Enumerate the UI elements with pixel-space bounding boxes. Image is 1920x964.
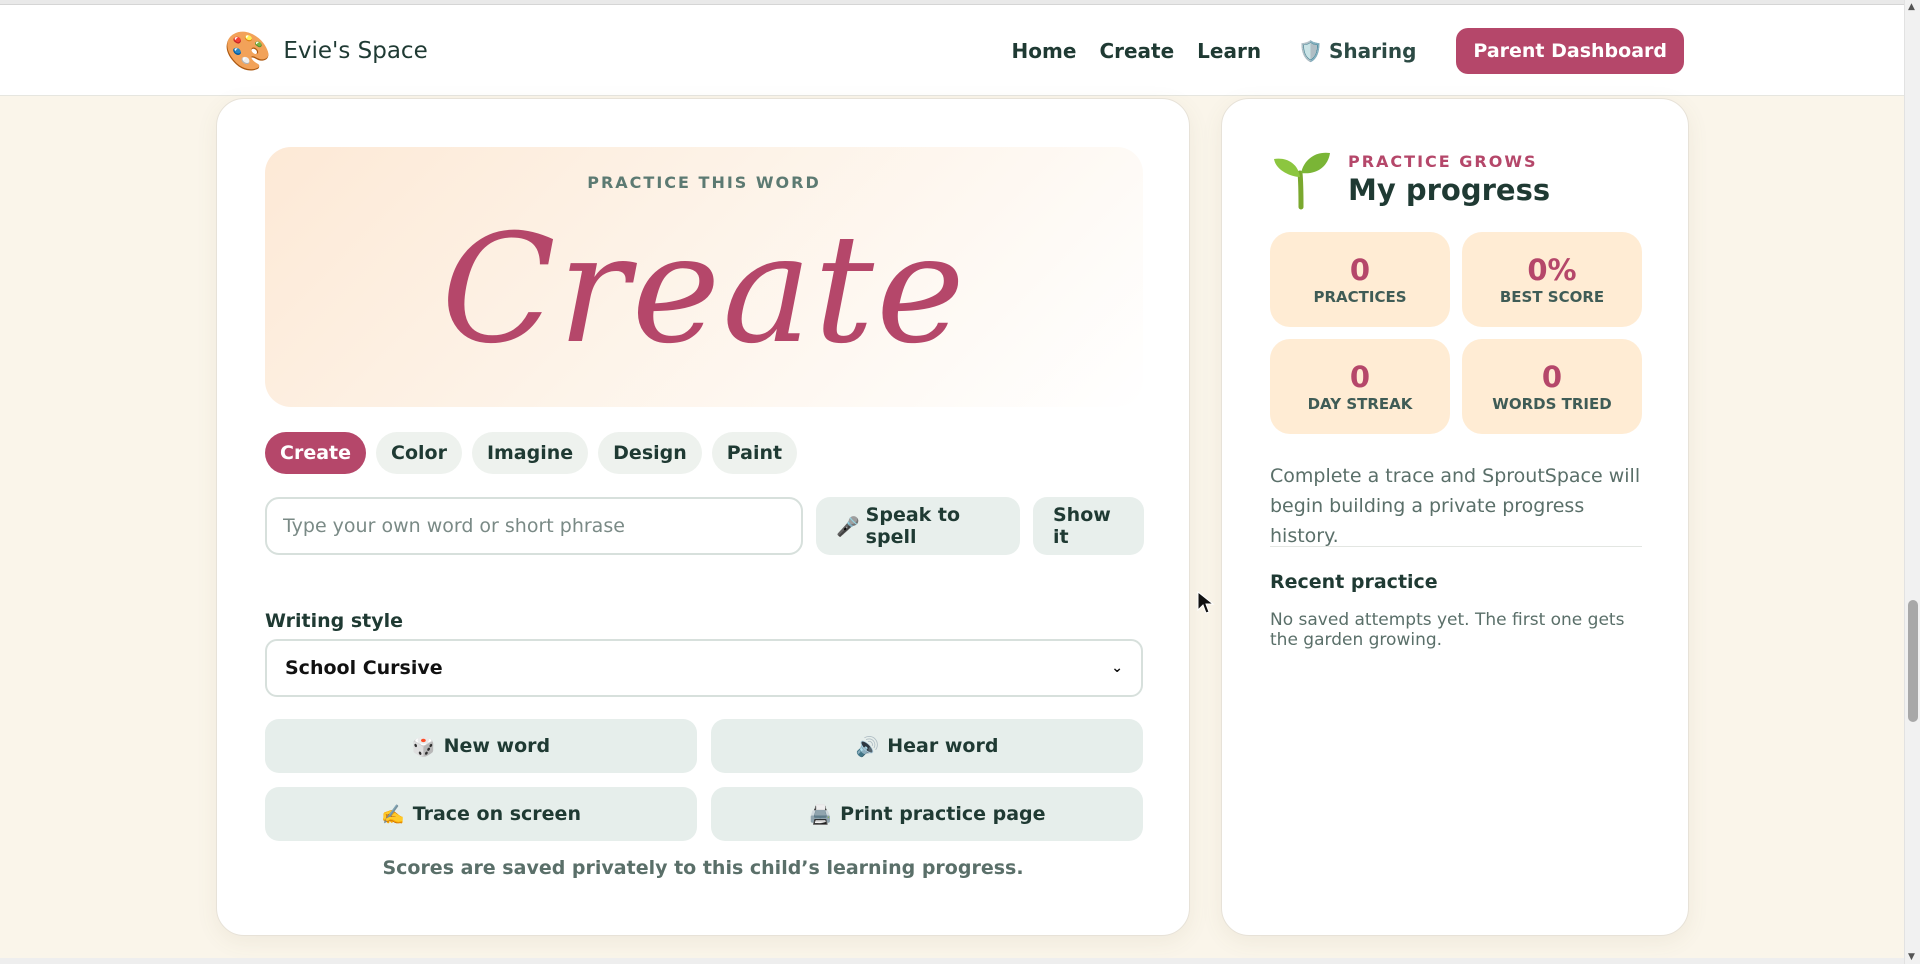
new-word-button[interactable]: 🎲 New word <box>265 719 697 773</box>
privacy-note: Scores are saved privately to this child… <box>382 857 1024 879</box>
site-header: 🎨 Evie's Space Home Create Learn 🛡️ Shar… <box>0 5 1904 96</box>
progress-title: My progress <box>1348 172 1551 207</box>
stat-day-streak: 0 DAY STREAK <box>1270 339 1450 434</box>
nav-home[interactable]: Home <box>1012 28 1077 74</box>
progress-heading: PRACTICE GROWS My progress <box>1348 152 1550 207</box>
page-bottom-edge <box>0 958 1904 964</box>
practice-word: Create <box>441 203 967 377</box>
chip-design[interactable]: Design <box>598 432 702 474</box>
nav-create[interactable]: Create <box>1099 28 1174 74</box>
stat-best-score: 0% BEST SCORE <box>1462 232 1642 327</box>
writing-style-select[interactable]: School Cursive ⌄ <box>265 639 1143 697</box>
brand[interactable]: 🎨 Evie's Space <box>224 29 428 73</box>
stat-label: PRACTICES <box>1313 287 1407 306</box>
printer-icon: 🖨️ <box>808 803 833 826</box>
stat-practices: 0 PRACTICES <box>1270 232 1450 327</box>
divider <box>1270 546 1642 547</box>
progress-description: Complete a trace and SproutSpace will be… <box>1270 465 1641 547</box>
stat-label: BEST SCORE <box>1499 287 1605 306</box>
stat-label: WORDS TRIED <box>1492 394 1612 413</box>
stat-value: 0 <box>1349 359 1371 394</box>
progress-stats: 0 PRACTICES 0% BEST SCORE 0 DAY STREAK 0… <box>1270 232 1642 434</box>
chip-paint[interactable]: Paint <box>711 432 798 474</box>
progress-card: PRACTICE GROWS My progress 0 PRACTICES 0… <box>1221 98 1689 936</box>
stat-value: 0 <box>1541 359 1563 394</box>
scroll-up-icon[interactable]: ▲ <box>1908 2 1915 12</box>
stat-label: DAY STREAK <box>1307 394 1413 413</box>
sprout-icon <box>1274 152 1330 210</box>
word-suggestions: Create Color Imagine Design Paint <box>265 432 798 474</box>
brand-name: Evie's Space <box>283 38 428 64</box>
scroll-down-icon[interactable]: ▼ <box>1908 952 1915 962</box>
stat-words-tried: 0 WORDS TRIED <box>1462 339 1642 434</box>
page-scrollbar[interactable]: ▲ ▼ <box>1904 0 1920 964</box>
chip-imagine[interactable]: Imagine <box>471 432 589 474</box>
show-it-button[interactable]: Show it <box>1033 497 1144 555</box>
writing-style-value: School Cursive <box>285 657 443 679</box>
nav-sharing-label: Sharing <box>1328 39 1417 63</box>
speak-to-spell-label: Speak to spell <box>865 504 961 548</box>
recent-practice-title: Recent practice <box>1270 571 1438 593</box>
print-practice-page-button[interactable]: 🖨️ Print practice page <box>711 787 1143 841</box>
stat-value: 0% <box>1527 252 1577 287</box>
chip-create[interactable]: Create <box>265 432 366 474</box>
stat-value: 0 <box>1349 252 1371 287</box>
palette-icon: 🎨 <box>224 29 272 73</box>
speak-to-spell-button[interactable]: 🎤 Speak to spell <box>816 497 1020 555</box>
trace-on-screen-button[interactable]: ✍️ Trace on screen <box>265 787 697 841</box>
practice-kicker: PRACTICE THIS WORD <box>587 173 821 192</box>
shield-icon: 🛡️ <box>1298 39 1323 63</box>
writing-hand-icon: ✍️ <box>381 803 405 826</box>
writing-style-label: Writing style <box>265 610 404 632</box>
microphone-icon: 🎤 <box>836 515 860 538</box>
trace-on-screen-label: Trace on screen <box>412 803 581 825</box>
practice-card: PRACTICE THIS WORD Create Create Color I… <box>216 98 1190 936</box>
practice-word-panel: PRACTICE THIS WORD Create <box>265 147 1143 407</box>
practice-actions: 🎲 New word 🔊 Hear word ✍️ Trace on scree… <box>265 719 1143 841</box>
chip-color[interactable]: Color <box>376 432 462 474</box>
new-word-label: New word <box>443 735 551 757</box>
recent-practice-empty: No saved attempts yet. The first one get… <box>1270 610 1625 650</box>
nav-learn[interactable]: Learn <box>1197 28 1261 74</box>
mouse-cursor-icon <box>1197 591 1215 614</box>
hear-word-button[interactable]: 🔊 Hear word <box>711 719 1143 773</box>
custom-word-row: 🎤 Speak to spell Show it <box>265 497 1144 555</box>
speaker-icon: 🔊 <box>855 735 880 758</box>
nav-sharing[interactable]: 🛡️ Sharing <box>1284 28 1430 74</box>
scroll-thumb[interactable] <box>1908 600 1918 722</box>
hear-word-label: Hear word <box>887 735 999 757</box>
custom-word-input[interactable] <box>265 497 803 555</box>
progress-header: PRACTICE GROWS My progress <box>1270 147 1550 211</box>
progress-kicker: PRACTICE GROWS <box>1348 151 1538 171</box>
main-nav: Home Create Learn 🛡️ Sharing Parent Dash… <box>1012 28 1684 74</box>
print-practice-page-label: Print practice page <box>840 803 1046 825</box>
chevron-down-icon: ⌄ <box>1111 660 1123 676</box>
parent-dashboard-button[interactable]: Parent Dashboard <box>1456 28 1684 74</box>
dice-icon: 🎲 <box>411 735 436 758</box>
